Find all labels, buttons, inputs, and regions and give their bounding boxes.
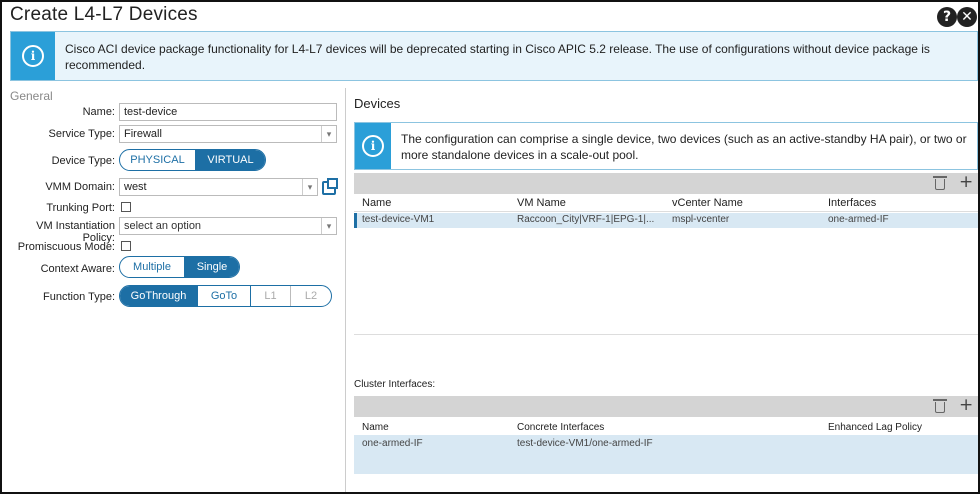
devices-col-interfaces[interactable]: Interfaces: [828, 197, 876, 209]
cluster-toolbar: +: [354, 396, 978, 417]
close-icon[interactable]: ✕: [957, 7, 977, 27]
question-icon[interactable]: ?: [937, 7, 957, 27]
trunking-port-label: Trunking Port:: [46, 202, 115, 214]
info-icon: i: [362, 135, 384, 157]
device-vm-name-cell: Raccoon_City|VRF-1|EPG-1|...: [517, 214, 655, 225]
table-header-divider: [354, 211, 978, 212]
plus-icon[interactable]: +: [959, 174, 973, 191]
function-type-label: Function Type:: [43, 291, 115, 303]
deprecation-banner: i Cisco ACI device package functionality…: [10, 31, 978, 81]
context-aware-toggle[interactable]: Multiple Single: [119, 256, 240, 278]
chevron-down-icon: ▾: [321, 218, 336, 234]
banner-text: Cisco ACI device package functionality f…: [65, 42, 930, 72]
chevron-down-icon: ▾: [321, 126, 336, 142]
vmm-domain-value: west: [124, 181, 147, 193]
plus-icon[interactable]: +: [959, 397, 973, 414]
trunking-port-checkbox[interactable]: [121, 202, 131, 212]
cluster-col-concrete[interactable]: Concrete Interfaces: [517, 422, 604, 433]
device-interfaces-cell: one-armed-IF: [828, 214, 889, 225]
device-vcenter-cell: mspl-vcenter: [672, 214, 730, 225]
trash-icon[interactable]: [933, 176, 947, 190]
cluster-col-lag[interactable]: Enhanced Lag Policy: [828, 422, 922, 433]
devices-info-text: The configuration can comprise a single …: [401, 132, 967, 162]
device-name-cell: test-device-VM1: [362, 214, 435, 225]
context-aware-label: Context Aware:: [40, 263, 115, 275]
promiscuous-mode-checkbox[interactable]: [121, 241, 131, 251]
create-device-dialog: Create L4-L7 Devices ? ✕ i Cisco ACI dev…: [0, 0, 980, 494]
function-type-toggle[interactable]: GoThrough GoTo L1 L2: [119, 285, 332, 307]
function-type-l1[interactable]: L1: [251, 286, 291, 306]
table-row[interactable]: test-device-VM1 Raccoon_City|VRF-1|EPG-1…: [354, 213, 978, 228]
devices-title: Devices: [354, 96, 401, 111]
function-type-gothrough[interactable]: GoThrough: [120, 286, 198, 306]
cluster-interfaces-label: Cluster Interfaces:: [354, 379, 436, 390]
device-type-label: Device Type:: [51, 155, 115, 167]
general-section-label: General: [10, 89, 53, 103]
service-type-value: Firewall: [124, 128, 162, 140]
name-label: Name:: [82, 106, 115, 118]
vm-instantiation-policy-placeholder: select an option: [124, 220, 202, 232]
vmm-domain-label: VMM Domain:: [45, 181, 115, 193]
device-type-virtual[interactable]: VIRTUAL: [196, 150, 265, 170]
name-field[interactable]: test-device: [119, 103, 337, 121]
service-type-select[interactable]: Firewall ▾: [119, 125, 337, 143]
context-aware-multiple[interactable]: Multiple: [120, 257, 185, 277]
device-type-physical[interactable]: PHYSICAL: [120, 150, 196, 170]
devices-col-vcenter[interactable]: vCenter Name: [672, 197, 743, 209]
panel-divider: [345, 88, 346, 492]
cluster-col-name[interactable]: Name: [362, 422, 389, 433]
function-type-l2[interactable]: L2: [291, 286, 331, 306]
devices-table-bottom: [354, 334, 978, 335]
trash-icon[interactable]: [933, 399, 947, 413]
devices-toolbar: +: [354, 173, 978, 194]
vm-instantiation-policy-select[interactable]: select an option ▾: [119, 217, 337, 235]
promiscuous-mode-label: Promiscuous Mode:: [17, 241, 115, 253]
table-row[interactable]: one-armed-IF test-device-VM1/one-armed-I…: [354, 435, 978, 474]
vmm-domain-select[interactable]: west ▾: [119, 178, 318, 196]
function-type-goto[interactable]: GoTo: [198, 286, 251, 306]
open-external-icon[interactable]: [322, 178, 338, 195]
device-type-toggle[interactable]: PHYSICAL VIRTUAL: [119, 149, 266, 171]
devices-info-banner: i The configuration can comprise a singl…: [354, 122, 978, 170]
cluster-name-cell: one-armed-IF: [362, 438, 423, 449]
banner-strip: i: [355, 123, 391, 169]
devices-col-vm-name[interactable]: VM Name: [517, 197, 566, 209]
service-type-label: Service Type:: [48, 128, 115, 140]
devices-col-name[interactable]: Name: [362, 197, 391, 209]
cluster-concrete-cell: test-device-VM1/one-armed-IF: [517, 438, 653, 449]
info-icon: i: [22, 45, 44, 67]
chevron-down-icon: ▾: [302, 179, 317, 195]
dialog-title: Create L4-L7 Devices: [10, 4, 198, 25]
banner-strip: i: [11, 32, 55, 80]
context-aware-single[interactable]: Single: [185, 257, 239, 277]
